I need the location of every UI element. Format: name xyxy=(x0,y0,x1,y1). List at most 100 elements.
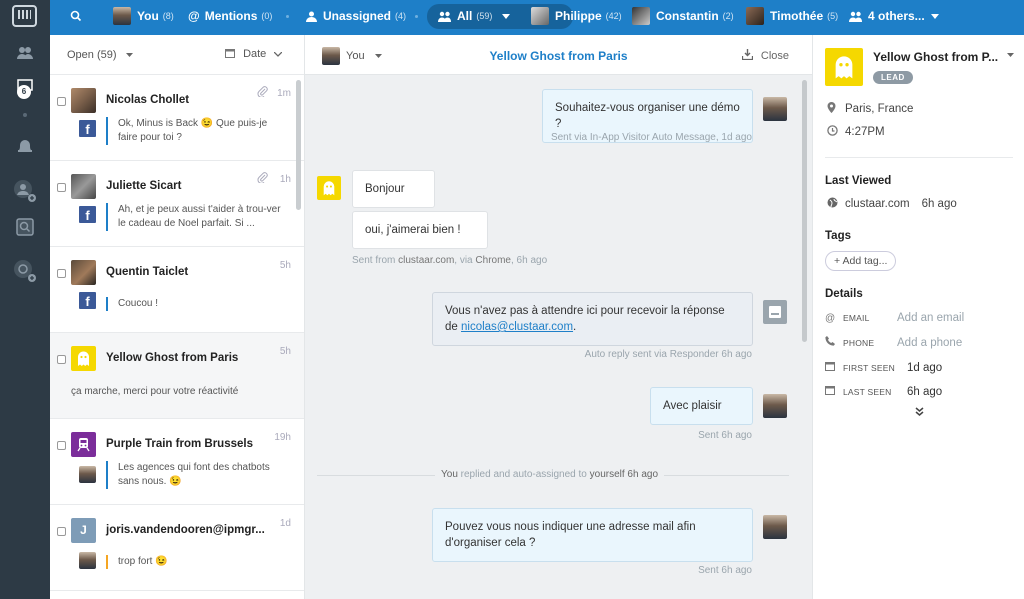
group-icon xyxy=(849,11,862,22)
sort-dropdown[interactable]: Date xyxy=(225,48,283,60)
paperclip-icon xyxy=(257,86,268,100)
profile-name[interactable]: Yellow Ghost from P... xyxy=(873,50,998,64)
email-link[interactable]: nicolas@clustaar.com xyxy=(461,321,573,333)
last-seen-value: 6h ago xyxy=(907,385,943,398)
calendar-icon xyxy=(825,385,843,398)
filter-unassigned-count: (4) xyxy=(395,11,407,21)
message-meta: Sent from clustaar.com, via Chrome, 6h a… xyxy=(352,255,547,266)
list-item[interactable]: Nicolas Chollet 1m f Ok, Minus is Back 😉… xyxy=(50,75,304,161)
status-filter-label: Open (59) xyxy=(67,49,117,61)
status-filter-dropdown[interactable]: Open (59) xyxy=(67,49,133,61)
ghost-avatar-icon xyxy=(71,346,96,371)
phone-label: PHONE xyxy=(843,337,875,348)
list-item[interactable]: Quentin Taiclet 5h f Coucou ! xyxy=(50,247,304,333)
avatar xyxy=(71,174,96,199)
agent-avatar xyxy=(79,552,96,569)
group-icon xyxy=(438,11,451,22)
chevron-down-icon[interactable] xyxy=(502,0,510,32)
phone-placeholder[interactable]: Add a phone xyxy=(897,337,962,349)
search-box-icon[interactable] xyxy=(13,218,37,242)
event-text: replied and auto-assigned to xyxy=(457,469,590,480)
first-seen-label: FIRST SEEN xyxy=(843,362,895,373)
filter-mentions[interactable]: @ Mentions (0) xyxy=(188,0,272,32)
last-viewed-row: clustaar.com 6h ago xyxy=(827,197,957,211)
download-icon xyxy=(741,49,753,61)
event-actor: You xyxy=(441,469,458,480)
auto-reply-message: Vous n'avez pas à attendre ici pour rece… xyxy=(432,292,753,346)
filter-others[interactable]: 4 others... xyxy=(849,0,939,32)
select-checkbox[interactable] xyxy=(57,527,66,536)
email-row[interactable]: @ EMAIL Add an email xyxy=(825,312,964,324)
message-preview: ça marche, merci pour votre réactivité xyxy=(71,386,239,397)
user-profile-panel: Yellow Ghost from P... LEAD Paris, Franc… xyxy=(812,35,1024,599)
filter-timothee[interactable]: Timothée (5) xyxy=(746,0,838,32)
timestamp: 5h xyxy=(279,260,291,271)
filter-others-label: 4 others... xyxy=(868,9,925,23)
phone-icon xyxy=(825,336,843,349)
contact-name: Yellow Ghost from Paris xyxy=(106,352,239,364)
paperclip-icon xyxy=(257,172,268,186)
add-search-icon[interactable] xyxy=(13,259,37,283)
select-checkbox[interactable] xyxy=(57,269,66,278)
my-avatar xyxy=(113,7,131,25)
people-icon[interactable] xyxy=(13,44,37,68)
filter-constantin-count: (2) xyxy=(722,11,734,21)
filter-philippe-label: Philippe xyxy=(555,9,602,23)
message-preview: Ah, et je peux aussi t'aider à trou-ver … xyxy=(106,203,282,231)
conversation-title[interactable]: Yellow Ghost from Paris xyxy=(305,49,812,63)
filter-all[interactable]: All (59) xyxy=(438,0,492,32)
clock-icon xyxy=(827,125,843,139)
select-checkbox[interactable] xyxy=(57,441,66,450)
search-icon[interactable] xyxy=(70,0,82,32)
list-item[interactable]: Juliette Sicart 1h f Ah, et je peux auss… xyxy=(50,161,304,247)
bell-icon[interactable] xyxy=(13,137,37,161)
chevron-down-icon[interactable] xyxy=(1007,49,1014,59)
separator-dot xyxy=(23,113,27,117)
separator-dot xyxy=(415,15,418,18)
avatar-initial: J xyxy=(71,518,96,543)
filter-unassigned[interactable]: Unassigned (4) xyxy=(306,0,406,32)
phone-row[interactable]: PHONE Add a phone xyxy=(825,336,962,349)
tags-heading: Tags xyxy=(825,230,851,242)
email-placeholder[interactable]: Add an email xyxy=(897,312,964,324)
add-tag-button[interactable]: + Add tag... xyxy=(825,251,897,271)
double-chevron-down-icon[interactable] xyxy=(915,407,924,419)
list-header: Open (59) Date xyxy=(50,35,304,75)
ghost-avatar-icon xyxy=(825,48,863,86)
list-item[interactable]: Purple Train from Brussels 19h Les agenc… xyxy=(50,419,304,505)
select-checkbox[interactable] xyxy=(57,97,66,106)
agent-avatar xyxy=(763,394,787,418)
select-checkbox[interactable] xyxy=(57,355,66,364)
filter-timothee-label: Timothée xyxy=(770,9,824,23)
unread-badge: 6 xyxy=(17,85,31,99)
left-nav-rail: 6 xyxy=(0,0,50,599)
list-item-selected[interactable]: Yellow Ghost from Paris 5h ça marche, me… xyxy=(50,333,304,419)
filter-philippe[interactable]: Philippe (42) xyxy=(531,0,622,32)
filter-constantin[interactable]: Constantin (2) xyxy=(632,0,734,32)
meta-time: , 6h ago xyxy=(510,255,548,266)
user-icon xyxy=(306,11,317,22)
close-button[interactable]: Close xyxy=(741,49,789,62)
intercom-logo[interactable] xyxy=(12,5,37,27)
chevron-down-icon xyxy=(930,13,939,19)
list-scrollbar[interactable] xyxy=(296,80,301,210)
sort-label: Date xyxy=(243,48,267,60)
calendar-icon xyxy=(825,361,843,374)
ghost-avatar-icon xyxy=(317,176,341,200)
select-checkbox[interactable] xyxy=(57,183,66,192)
last-viewed-site[interactable]: clustaar.com xyxy=(845,198,910,210)
train-avatar-icon xyxy=(71,432,96,457)
close-label: Close xyxy=(760,50,789,62)
message-meta: Auto reply sent via Responder 6h ago xyxy=(584,349,752,360)
message-preview: Ok, Minus is Back 😉 Que puis-je faire po… xyxy=(106,117,282,145)
inbox-filter-bar: You (8) @ Mentions (0) Unassigned (4) Al… xyxy=(50,0,1024,35)
list-item[interactable]: J joris.vandendooren@ipmgr... 1d trop fo… xyxy=(50,505,304,591)
email-icon: @ xyxy=(825,312,836,324)
filter-you[interactable]: You (8) xyxy=(113,0,174,32)
conversation-view: You Yellow Ghost from Paris Close Souhai… xyxy=(305,35,812,599)
message-meta: Sent via In-App Visitor Auto Message, 1d… xyxy=(550,132,752,143)
chat-scrollbar[interactable] xyxy=(802,80,807,342)
calendar-icon xyxy=(225,49,235,58)
add-user-icon[interactable] xyxy=(13,179,37,203)
event-time: 6h ago xyxy=(624,469,659,480)
